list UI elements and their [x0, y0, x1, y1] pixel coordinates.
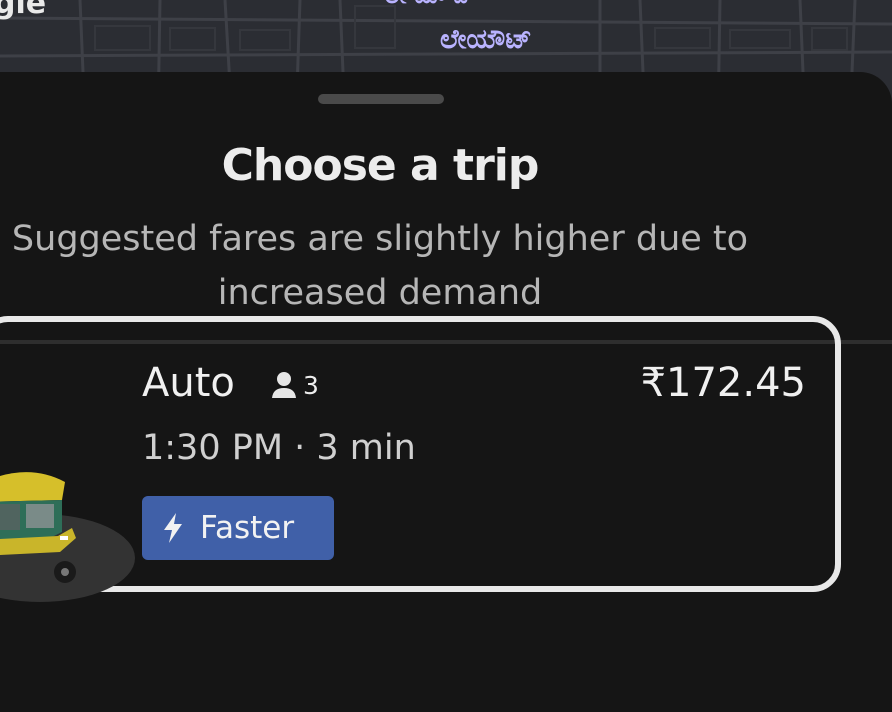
sheet-subtitle: Suggested fares are slightly higher due …	[0, 212, 760, 320]
capacity-count: 3	[303, 370, 319, 400]
lightning-icon	[164, 513, 182, 543]
badge-label: Faster	[200, 510, 295, 546]
ride-price: ₹172.45	[640, 360, 806, 406]
person-icon	[272, 372, 296, 398]
auto-rickshaw-icon	[0, 472, 135, 602]
subtitle-line-1: Suggested fares are slightly higher due …	[11, 219, 749, 259]
ride-option-name: Auto	[142, 360, 235, 406]
passenger-capacity: 3	[270, 370, 319, 400]
map-place-label: ಲೇಯೌಟ್	[440, 24, 532, 55]
sheet-title: Choose a trip	[221, 140, 540, 191]
faster-badge: Faster	[142, 496, 334, 560]
subtitle-line-2: increased demand	[217, 273, 543, 313]
map-place-label-top: ಲೇ ಯೌ ಟ್	[385, 0, 475, 9]
ride-eta: 1:30 PM · 3 min	[142, 428, 416, 468]
drag-handle[interactable]	[318, 94, 444, 104]
google-logo: gle	[0, 0, 47, 21]
